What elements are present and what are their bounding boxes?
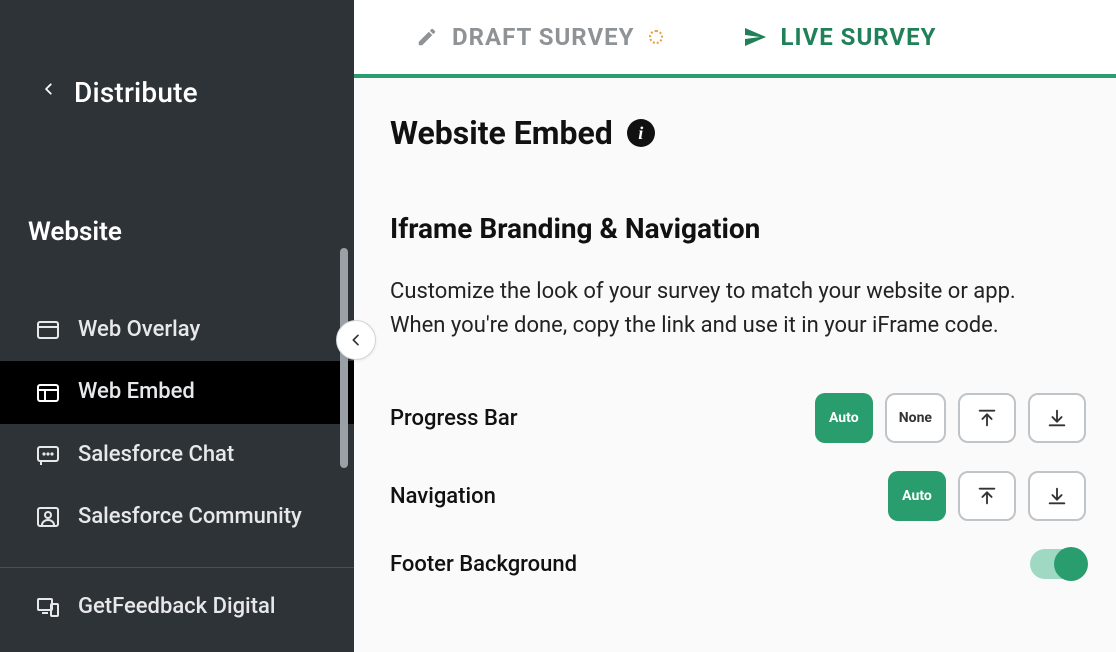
sidebar-nav: Web Overlay Web Embed Salesforce Chat Sa…	[0, 299, 354, 638]
chevron-left-icon	[348, 332, 364, 348]
arrow-down-to-line-icon	[1046, 485, 1068, 507]
sidebar-back[interactable]: Distribute	[0, 0, 354, 109]
arrow-up-to-line-icon	[976, 407, 998, 429]
collapse-sidebar-button[interactable]	[336, 320, 376, 360]
progress-bar-buttons: Auto None	[815, 393, 1086, 443]
option-row-progress-bar: Progress Bar Auto None	[390, 385, 1086, 451]
sidebar-section-title: Website	[0, 109, 354, 247]
option-label: Progress Bar	[390, 406, 518, 431]
sidebar-item-label: Web Overlay	[78, 317, 200, 343]
sidebar-item-salesforce-chat[interactable]: Salesforce Chat	[0, 424, 354, 486]
devices-icon	[36, 595, 60, 619]
embed-icon	[36, 381, 60, 405]
navigation-bottom-button[interactable]	[1028, 471, 1086, 521]
page-title: Website Embed	[390, 114, 613, 152]
sidebar-item-salesforce-community[interactable]: Salesforce Community	[0, 486, 354, 548]
tab-label: LIVE SURVEY	[781, 23, 937, 51]
chevron-left-icon	[42, 81, 56, 105]
sidebar: Distribute Website Web Overlay Web Embed…	[0, 0, 354, 652]
sidebar-item-label: Web Embed	[78, 379, 195, 405]
tab-draft-survey[interactable]: DRAFT SURVEY	[416, 23, 663, 51]
progress-bar-bottom-button[interactable]	[1028, 393, 1086, 443]
subsection-description: Customize the look of your survey to mat…	[390, 275, 1050, 343]
arrow-up-to-line-icon	[976, 485, 998, 507]
progress-bar-none-button[interactable]: None	[885, 393, 946, 443]
sidebar-item-label: GetFeedback Digital	[78, 594, 275, 620]
progress-bar-top-button[interactable]	[958, 393, 1016, 443]
page-title-row: Website Embed i	[390, 114, 1086, 152]
sidebar-divider	[0, 567, 354, 568]
option-row-footer-background: Footer Background	[390, 541, 1086, 587]
option-label: Navigation	[390, 484, 496, 509]
navigation-top-button[interactable]	[958, 471, 1016, 521]
subsection-title: Iframe Branding & Navigation	[390, 212, 1086, 245]
navigation-auto-button[interactable]: Auto	[888, 471, 946, 521]
sidebar-item-label: Salesforce Community	[78, 504, 302, 530]
content: Website Embed i Iframe Branding & Naviga…	[354, 78, 1116, 652]
main: DRAFT SURVEY LIVE SURVEY Website Embed i…	[354, 0, 1116, 652]
window-icon	[36, 318, 60, 342]
arrow-down-to-line-icon	[1046, 407, 1068, 429]
sidebar-item-web-embed[interactable]: Web Embed	[0, 361, 354, 423]
sidebar-item-label: Salesforce Chat	[78, 442, 234, 468]
progress-bar-auto-button[interactable]: Auto	[815, 393, 873, 443]
sidebar-item-web-overlay[interactable]: Web Overlay	[0, 299, 354, 361]
sidebar-back-label: Distribute	[74, 76, 198, 109]
toggle-knob	[1054, 547, 1088, 581]
option-row-navigation: Navigation Auto	[390, 463, 1086, 529]
sidebar-item-getfeedback-digital[interactable]: GetFeedback Digital	[0, 576, 354, 638]
pencil-icon	[416, 26, 438, 48]
tab-label: DRAFT SURVEY	[452, 23, 635, 51]
draft-indicator-icon	[649, 30, 663, 44]
paper-plane-icon	[743, 25, 767, 49]
info-icon[interactable]: i	[627, 119, 655, 147]
chat-icon	[36, 443, 60, 467]
option-label: Footer Background	[390, 552, 577, 577]
tab-live-survey[interactable]: LIVE SURVEY	[743, 23, 937, 51]
tabs: DRAFT SURVEY LIVE SURVEY	[354, 0, 1116, 74]
navigation-buttons: Auto	[888, 471, 1086, 521]
community-icon	[36, 505, 60, 529]
footer-background-toggle[interactable]	[1030, 549, 1086, 579]
